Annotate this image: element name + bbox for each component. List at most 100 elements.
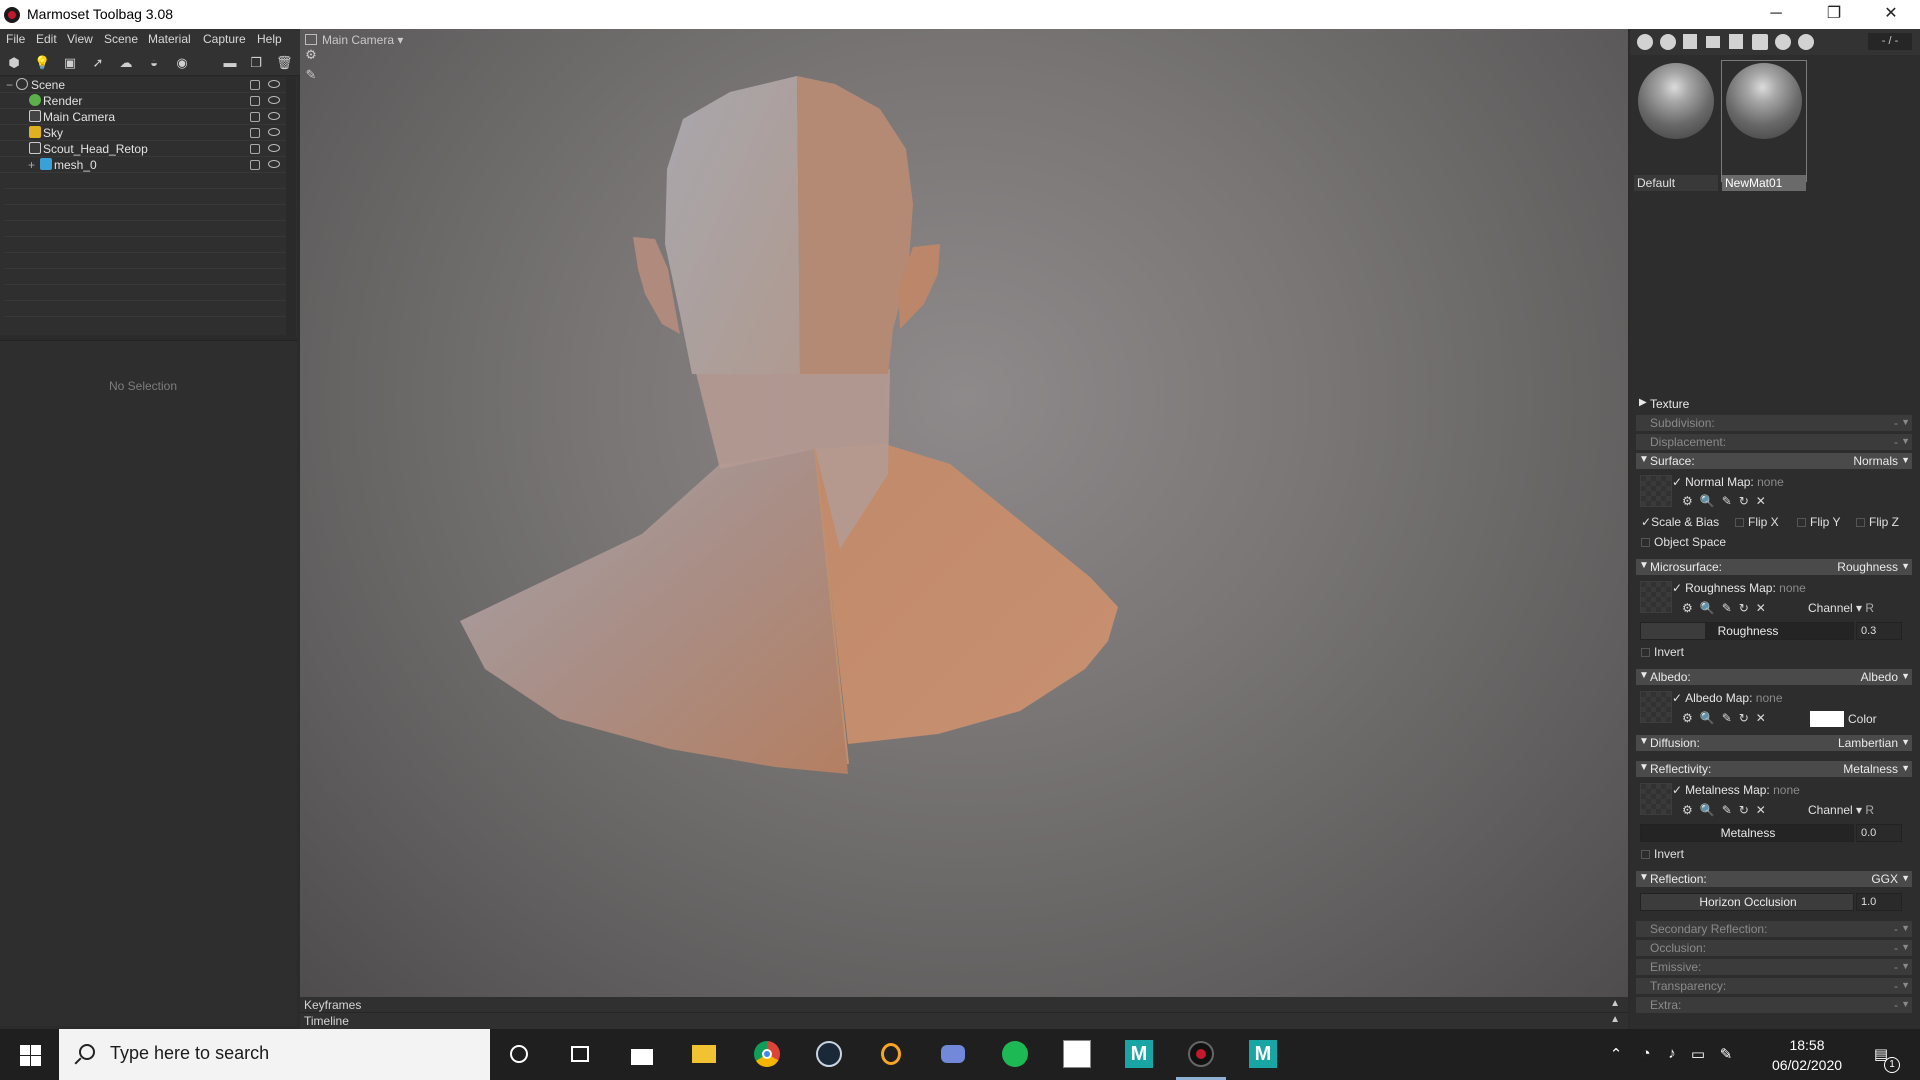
object-space-checkbox[interactable]: Object Space bbox=[1641, 535, 1726, 549]
section-microsurface[interactable]: ▼ Microsurface: Roughness ▼ bbox=[1636, 559, 1912, 575]
menu-file[interactable]: File bbox=[6, 32, 25, 46]
volume-icon[interactable]: ♪ bbox=[1663, 1045, 1681, 1063]
delete-material-icon[interactable] bbox=[1729, 34, 1743, 49]
albedo-map-slot[interactable] bbox=[1640, 691, 1672, 723]
timeline-label[interactable]: Timeline bbox=[304, 1014, 349, 1028]
lock-icon[interactable] bbox=[250, 160, 260, 170]
flip-y-checkbox[interactable]: Flip Y bbox=[1797, 515, 1840, 529]
assign-material-icon[interactable] bbox=[1752, 34, 1768, 50]
export-material-icon[interactable] bbox=[1798, 34, 1814, 50]
menu-view[interactable]: View bbox=[67, 32, 93, 46]
keyframes-label[interactable]: Keyframes bbox=[304, 998, 361, 1012]
tree-item-sky[interactable]: Sky bbox=[0, 125, 286, 141]
menu-help[interactable]: Help bbox=[257, 32, 282, 46]
metalness-channel-select[interactable]: Channel ▾ R bbox=[1808, 803, 1874, 817]
folder-icon[interactable]: ▬ bbox=[222, 55, 238, 70]
zbrush-icon[interactable] bbox=[1060, 1037, 1094, 1071]
maya-icon[interactable]: M bbox=[1122, 1037, 1156, 1071]
tree-item-scene[interactable]: − Scene bbox=[0, 77, 286, 93]
lock-icon[interactable] bbox=[250, 96, 260, 106]
roughness-value[interactable]: 0.3 bbox=[1856, 622, 1902, 640]
section-albedo[interactable]: ▼ Albedo: Albedo ▼ bbox=[1636, 669, 1912, 685]
section-secondary-reflection[interactable]: Secondary Reflection: - ▼ bbox=[1636, 921, 1912, 937]
taskbar-clock[interactable]: 18:58 06/02/2020 bbox=[1755, 1035, 1859, 1075]
flip-x-checkbox[interactable]: Flip X bbox=[1735, 515, 1779, 529]
metalness-invert-checkbox[interactable]: Invert bbox=[1641, 847, 1684, 861]
section-extra[interactable]: Extra: - ▼ bbox=[1636, 997, 1912, 1013]
section-texture[interactable]: ▶ Texture bbox=[1636, 396, 1912, 412]
duplicate-material-icon[interactable] bbox=[1660, 34, 1676, 50]
pick-material-icon[interactable] bbox=[1775, 34, 1791, 50]
normal-map-tools[interactable]: ⚙🔍✎↻✕ bbox=[1682, 494, 1773, 508]
scale-bias-checkbox[interactable]: ✓Scale & Bias bbox=[1641, 515, 1719, 529]
eye-icon[interactable] bbox=[268, 160, 280, 168]
3d-viewport[interactable]: Main Camera ▾ ⚙ ✎ bbox=[300, 29, 1628, 997]
metalness-value[interactable]: 0.0 bbox=[1856, 824, 1902, 842]
start-button[interactable] bbox=[0, 1029, 58, 1080]
section-displacement[interactable]: Displacement: - ▼ bbox=[1636, 434, 1912, 450]
add-shadow-catcher-icon[interactable]: ◒ bbox=[146, 55, 162, 70]
add-fog-icon[interactable]: ☁ bbox=[118, 55, 134, 70]
maximize-button[interactable]: ❐ bbox=[1805, 0, 1863, 29]
network-icon[interactable]: ◔ bbox=[1637, 1045, 1655, 1063]
expand-timeline-icon[interactable]: ▲ bbox=[1610, 1014, 1620, 1025]
roughness-slider[interactable]: Roughness bbox=[1640, 622, 1854, 640]
show-hidden-icons-icon[interactable]: ⌃ bbox=[1607, 1045, 1625, 1063]
roughness-map-tools[interactable]: ⚙🔍✎↻✕ bbox=[1682, 601, 1773, 615]
maya-icon-2[interactable]: M bbox=[1246, 1037, 1280, 1071]
tree-item-scout-head-retop[interactable]: Scout_Head_Retop bbox=[0, 141, 286, 157]
menu-edit[interactable]: Edit bbox=[36, 32, 57, 46]
checker-icon[interactable] bbox=[1683, 34, 1697, 49]
normal-map-slot[interactable] bbox=[1640, 475, 1672, 507]
flip-z-checkbox[interactable]: Flip Z bbox=[1856, 515, 1899, 529]
lock-icon[interactable] bbox=[250, 128, 260, 138]
menu-capture[interactable]: Capture bbox=[203, 32, 246, 46]
section-occlusion[interactable]: Occlusion: - ▼ bbox=[1636, 940, 1912, 956]
eye-icon[interactable] bbox=[268, 80, 280, 88]
expand-keyframes-icon[interactable]: ▲ bbox=[1610, 998, 1620, 1009]
lock-icon[interactable] bbox=[250, 80, 260, 90]
marmoset-icon[interactable] bbox=[1176, 1037, 1226, 1080]
albedo-map-tools[interactable]: ⚙🔍✎↻✕ bbox=[1682, 711, 1773, 725]
tree-item-render[interactable]: Render bbox=[0, 93, 286, 109]
file-explorer-icon[interactable] bbox=[687, 1037, 721, 1071]
cortana-icon[interactable] bbox=[502, 1037, 536, 1071]
roughness-map-slot[interactable] bbox=[1640, 581, 1672, 613]
horizon-occlusion-slider[interactable]: Horizon Occlusion bbox=[1640, 893, 1854, 911]
battery-icon[interactable]: ▭ bbox=[1689, 1045, 1707, 1063]
eye-icon[interactable] bbox=[268, 144, 280, 152]
roughness-invert-checkbox[interactable]: Invert bbox=[1641, 645, 1684, 659]
close-button[interactable]: ✕ bbox=[1862, 0, 1920, 29]
camera-icon[interactable] bbox=[305, 34, 317, 45]
steam-icon[interactable] bbox=[812, 1037, 846, 1071]
duplicate-icon[interactable]: ❐ bbox=[248, 55, 264, 70]
taskbar-search-box[interactable]: Type here to search bbox=[59, 1029, 490, 1080]
add-mesh-icon[interactable]: ⬢ bbox=[6, 55, 22, 70]
material-counter[interactable]: - / - bbox=[1868, 33, 1912, 50]
add-turntable-icon[interactable]: ➚ bbox=[90, 55, 106, 70]
lock-icon[interactable] bbox=[250, 112, 260, 122]
minimize-button[interactable]: ─ bbox=[1747, 0, 1805, 29]
add-light-icon[interactable]: 💡 bbox=[34, 55, 50, 70]
store-icon[interactable] bbox=[625, 1037, 659, 1071]
delete-icon[interactable]: 🗑 bbox=[276, 55, 293, 70]
outliner-scrollbar[interactable] bbox=[286, 77, 296, 335]
section-subdivision[interactable]: Subdivision: - ▼ bbox=[1636, 415, 1912, 431]
brush-icon[interactable]: ✎ bbox=[303, 67, 319, 83]
section-reflectivity[interactable]: ▼ Reflectivity: Metalness ▼ bbox=[1636, 761, 1912, 777]
menu-material[interactable]: Material bbox=[148, 32, 191, 46]
section-surface[interactable]: ▼ Surface: Normals ▼ bbox=[1636, 453, 1912, 469]
eye-icon[interactable] bbox=[268, 112, 280, 120]
folder-icon[interactable] bbox=[1706, 36, 1720, 48]
roughness-channel-select[interactable]: Channel ▾ R bbox=[1808, 601, 1874, 615]
material-thumb-default[interactable]: Default bbox=[1634, 61, 1718, 191]
chrome-icon[interactable] bbox=[750, 1037, 784, 1071]
metalness-slider[interactable]: Metalness bbox=[1640, 824, 1854, 842]
add-camera-icon[interactable]: ▣ bbox=[62, 55, 78, 70]
section-transparency[interactable]: Transparency: - ▼ bbox=[1636, 978, 1912, 994]
albedo-color-swatch[interactable] bbox=[1810, 711, 1844, 727]
eye-icon[interactable] bbox=[268, 128, 280, 136]
tree-item-main-camera[interactable]: Main Camera bbox=[0, 109, 286, 125]
grammarly-icon[interactable] bbox=[874, 1037, 908, 1071]
settings-icon[interactable]: ⚙ bbox=[303, 47, 319, 63]
